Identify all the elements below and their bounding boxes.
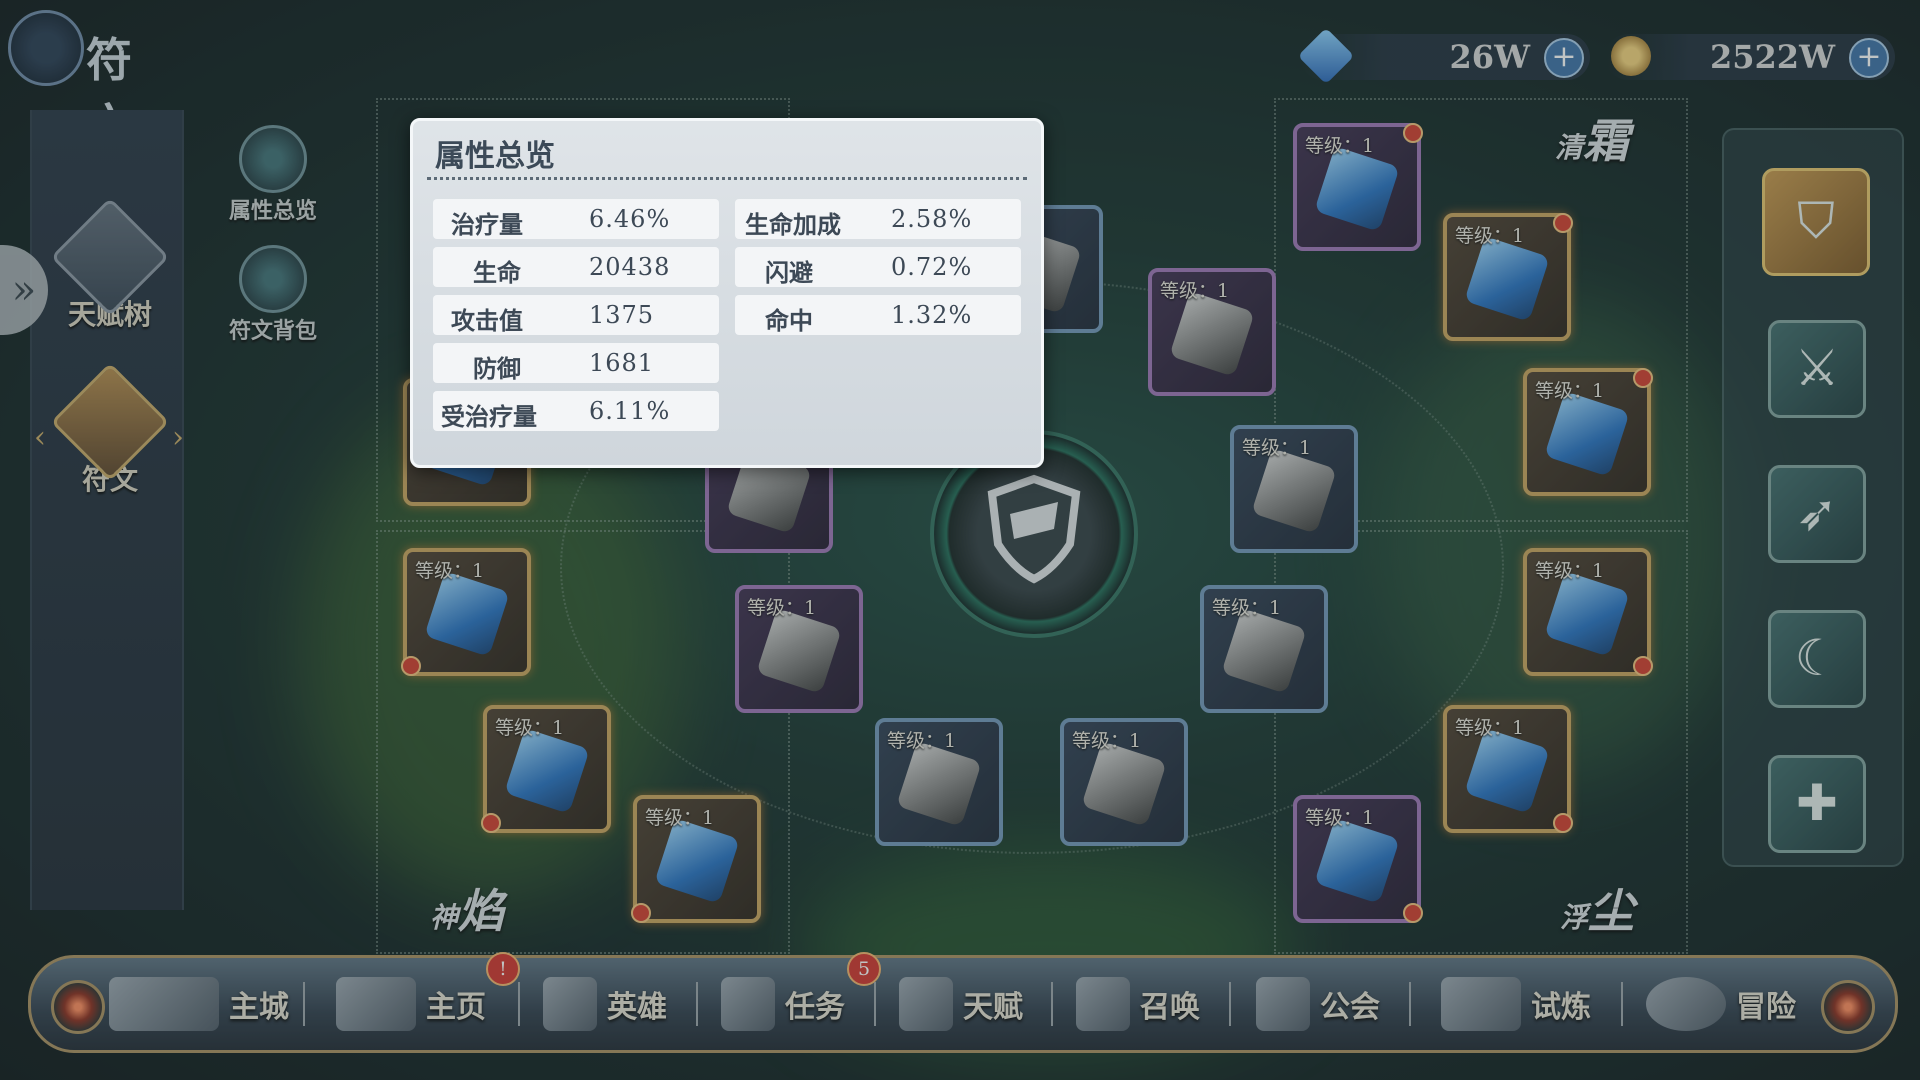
stat-row: 治疗量 6.46% <box>433 199 719 239</box>
stat-row: 生命 20438 <box>433 247 719 287</box>
stat-row: 攻击值 1375 <box>433 295 719 335</box>
stat-row: 命中 1.32% <box>735 295 1021 335</box>
panel-title: 属性总览 <box>435 139 555 174</box>
stat-row: 防御 1681 <box>433 343 719 383</box>
divider <box>427 177 1027 180</box>
attr-overview-panel: 属性总览 治疗量 6.46% 生命 20438 攻击值 1375 防御 1681 受治疗… <box>410 118 1044 468</box>
stat-row: 生命加成 2.58% <box>735 199 1021 239</box>
stat-row: 受治疗量 6.11% <box>433 391 719 431</box>
stat-row: 闪避 0.72% <box>735 247 1021 287</box>
